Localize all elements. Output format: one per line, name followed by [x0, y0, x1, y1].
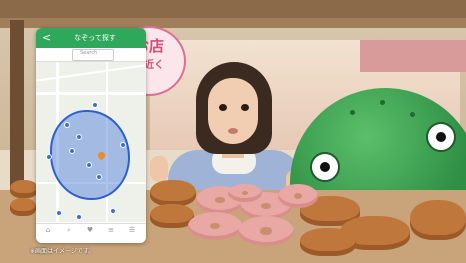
- mascot-pupil-left: [320, 162, 330, 172]
- wooden-post: [10, 20, 24, 200]
- croissant: [10, 180, 38, 198]
- tab-search-label: Search: [80, 50, 98, 56]
- donut: [238, 216, 294, 246]
- donut: [278, 184, 318, 208]
- map-pin-icon[interactable]: [69, 148, 75, 154]
- ceiling-beam-lower: [0, 18, 466, 28]
- donut: [228, 184, 262, 202]
- ceiling-beam: [0, 0, 466, 18]
- map-pin-icon[interactable]: [120, 142, 126, 148]
- croissant: [410, 200, 466, 240]
- list-icon: ≡: [108, 226, 114, 234]
- mascot-spot: [410, 112, 415, 117]
- map-pin-icon[interactable]: [64, 122, 70, 128]
- map-view[interactable]: ✋: [36, 62, 146, 243]
- woman-eye-left: [219, 104, 227, 111]
- map-pin-icon[interactable]: [46, 154, 52, 160]
- back-icon[interactable]: <: [42, 31, 51, 44]
- bottom-nav: ⌂ ⌕ ♥ ≡ ☰: [36, 223, 146, 243]
- map-road: [36, 64, 146, 82]
- nav-favorites[interactable]: ♥: [81, 226, 99, 235]
- map-pin-icon[interactable]: [76, 214, 82, 220]
- map-pin-icon[interactable]: [76, 134, 82, 140]
- map-pin-icon[interactable]: [92, 102, 98, 108]
- heart-icon: ♥: [86, 226, 94, 234]
- woman-face: [208, 78, 258, 144]
- traced-search-area[interactable]: [50, 110, 130, 200]
- disclaimer-caption: ※画面はイメージです。: [30, 248, 95, 255]
- nav-list[interactable]: ≡: [102, 226, 120, 235]
- map-road: [36, 92, 146, 95]
- map-pin-icon[interactable]: [86, 162, 92, 168]
- tab-bar: Search: [36, 48, 146, 62]
- woman-mouth: [228, 128, 238, 134]
- map-pin-icon[interactable]: [56, 210, 62, 216]
- map-pin-icon[interactable]: [96, 174, 102, 180]
- donut: [188, 212, 242, 240]
- home-icon: ⌂: [45, 226, 51, 234]
- menu-icon: ☰: [128, 226, 136, 234]
- phone-screen: < なぞって探す Search ✋: [36, 28, 146, 243]
- commercial-scene: お店 の近く < なぞって探す Search ⌂ ⌕ ♥ ≡ ☰ ※画面はイメー…: [0, 0, 466, 263]
- mascot-pupil-right: [436, 132, 446, 142]
- header-title: なぞって探す: [74, 34, 116, 42]
- nav-search[interactable]: ⌕: [60, 226, 78, 235]
- mascot-spot: [380, 100, 385, 105]
- woman-hand-left: [150, 156, 168, 182]
- croissant: [150, 180, 196, 206]
- app-header: < なぞって探す: [36, 28, 146, 48]
- street-awning: [360, 40, 466, 72]
- map-pin-icon[interactable]: [110, 208, 116, 214]
- croissant: [300, 228, 356, 256]
- croissant: [10, 198, 36, 216]
- nav-home[interactable]: ⌂: [39, 226, 57, 235]
- woman-eye-right: [241, 104, 249, 111]
- mascot-spot: [350, 110, 355, 115]
- nav-menu[interactable]: ☰: [123, 226, 141, 235]
- search-icon: ⌕: [67, 226, 71, 234]
